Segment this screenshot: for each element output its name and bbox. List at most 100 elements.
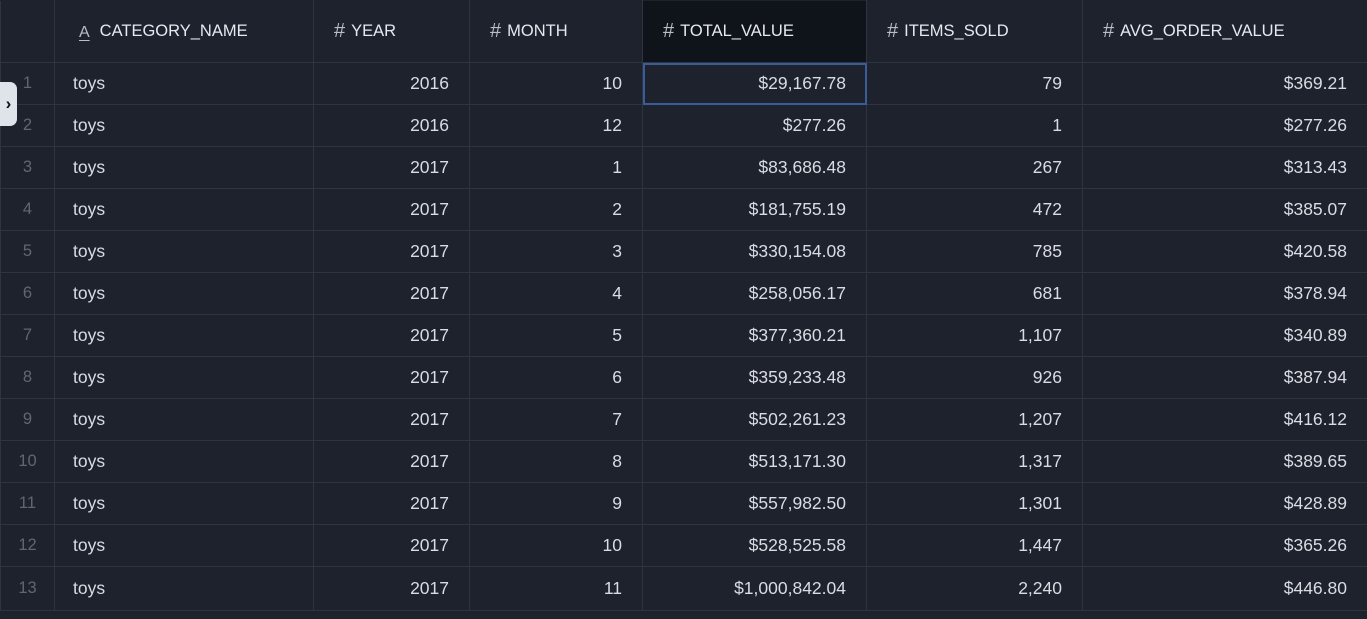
cell-items-sold[interactable]: 1	[866, 104, 1083, 147]
cell-year[interactable]: 2017	[313, 524, 470, 567]
cell-total-value[interactable]: $502,261.23	[642, 398, 867, 441]
cell-year[interactable]: 2017	[313, 440, 470, 483]
cell-category-name[interactable]: toys	[54, 440, 314, 483]
cell-category-name[interactable]: toys	[54, 398, 314, 441]
cell-category-name[interactable]: toys	[54, 146, 314, 189]
row-number[interactable]: 12	[0, 524, 55, 567]
cell-year[interactable]: 2017	[313, 398, 470, 441]
cell-total-value[interactable]: $29,167.78	[642, 62, 867, 105]
cell-category-name[interactable]: toys	[54, 230, 314, 273]
cell-items-sold[interactable]: 1,447	[866, 524, 1083, 567]
chevron-right-icon[interactable]: ›	[0, 82, 17, 126]
cell-month[interactable]: 6	[469, 356, 643, 399]
cell-month[interactable]: 8	[469, 440, 643, 483]
table-row[interactable]: 7 toys 2017 5 $377,360.21 1,107 $340.89	[0, 314, 1367, 357]
cell-avg-order-value[interactable]: $340.89	[1082, 314, 1367, 357]
row-number[interactable]: 11	[0, 482, 55, 525]
table-row[interactable]: 9 toys 2017 7 $502,261.23 1,207 $416.12	[0, 398, 1367, 441]
cell-category-name[interactable]: toys	[54, 566, 314, 611]
cell-items-sold[interactable]: 472	[866, 188, 1083, 231]
table-row[interactable]: 8 toys 2017 6 $359,233.48 926 $387.94	[0, 356, 1367, 399]
column-header-total-value[interactable]: # TOTAL_VALUE	[642, 0, 867, 63]
cell-month[interactable]: 10	[469, 62, 643, 105]
cell-year[interactable]: 2017	[313, 566, 470, 611]
cell-category-name[interactable]: toys	[54, 188, 314, 231]
cell-category-name[interactable]: toys	[54, 314, 314, 357]
cell-items-sold[interactable]: 1,107	[866, 314, 1083, 357]
row-number[interactable]: 7	[0, 314, 55, 357]
cell-category-name[interactable]: toys	[54, 62, 314, 105]
table-row[interactable]: 3 toys 2017 1 $83,686.48 267 $313.43	[0, 146, 1367, 189]
cell-avg-order-value[interactable]: $365.26	[1082, 524, 1367, 567]
cell-year[interactable]: 2017	[313, 146, 470, 189]
cell-avg-order-value[interactable]: $446.80	[1082, 566, 1367, 611]
column-header-items-sold[interactable]: # ITEMS_SOLD	[866, 0, 1083, 63]
cell-total-value[interactable]: $377,360.21	[642, 314, 867, 357]
row-number[interactable]: 3	[0, 146, 55, 189]
table-row[interactable]: 12 toys 2017 10 $528,525.58 1,447 $365.26	[0, 524, 1367, 567]
cell-category-name[interactable]: toys	[54, 356, 314, 399]
cell-total-value[interactable]: $181,755.19	[642, 188, 867, 231]
row-number[interactable]: 10	[0, 440, 55, 483]
cell-month[interactable]: 11	[469, 566, 643, 611]
cell-items-sold[interactable]: 785	[866, 230, 1083, 273]
table-row[interactable]: 5 toys 2017 3 $330,154.08 785 $420.58	[0, 230, 1367, 273]
cell-total-value[interactable]: $277.26	[642, 104, 867, 147]
cell-month[interactable]: 3	[469, 230, 643, 273]
cell-items-sold[interactable]: 267	[866, 146, 1083, 189]
cell-category-name[interactable]: toys	[54, 524, 314, 567]
cell-year[interactable]: 2017	[313, 482, 470, 525]
cell-year[interactable]: 2017	[313, 356, 470, 399]
cell-avg-order-value[interactable]: $385.07	[1082, 188, 1367, 231]
table-row[interactable]: 11 toys 2017 9 $557,982.50 1,301 $428.89	[0, 482, 1367, 525]
row-number[interactable]: 13	[0, 566, 55, 611]
cell-avg-order-value[interactable]: $387.94	[1082, 356, 1367, 399]
column-header-category-name[interactable]: A CATEGORY_NAME	[54, 0, 314, 63]
cell-items-sold[interactable]: 1,207	[866, 398, 1083, 441]
cell-total-value[interactable]: $1,000,842.04	[642, 566, 867, 611]
cell-avg-order-value[interactable]: $389.65	[1082, 440, 1367, 483]
cell-total-value[interactable]: $557,982.50	[642, 482, 867, 525]
cell-month[interactable]: 5	[469, 314, 643, 357]
table-row[interactable]: 6 toys 2017 4 $258,056.17 681 $378.94	[0, 272, 1367, 315]
cell-year[interactable]: 2017	[313, 188, 470, 231]
cell-items-sold[interactable]: 1,317	[866, 440, 1083, 483]
cell-month[interactable]: 2	[469, 188, 643, 231]
cell-items-sold[interactable]: 79	[866, 62, 1083, 105]
cell-month[interactable]: 7	[469, 398, 643, 441]
cell-total-value[interactable]: $330,154.08	[642, 230, 867, 273]
cell-total-value[interactable]: $258,056.17	[642, 272, 867, 315]
cell-items-sold[interactable]: 681	[866, 272, 1083, 315]
cell-avg-order-value[interactable]: $277.26	[1082, 104, 1367, 147]
column-header-avg-order-value[interactable]: # AVG_ORDER_VALUE	[1082, 0, 1367, 63]
row-number[interactable]: 9	[0, 398, 55, 441]
cell-total-value[interactable]: $359,233.48	[642, 356, 867, 399]
cell-avg-order-value[interactable]: $369.21	[1082, 62, 1367, 105]
cell-month[interactable]: 9	[469, 482, 643, 525]
cell-avg-order-value[interactable]: $428.89	[1082, 482, 1367, 525]
cell-category-name[interactable]: toys	[54, 104, 314, 147]
cell-year[interactable]: 2017	[313, 230, 470, 273]
row-number[interactable]: 8	[0, 356, 55, 399]
cell-avg-order-value[interactable]: $378.94	[1082, 272, 1367, 315]
cell-year[interactable]: 2016	[313, 104, 470, 147]
table-row[interactable]: 1 toys 2016 10 $29,167.78 79 $369.21	[0, 62, 1367, 105]
table-row[interactable]: 10 toys 2017 8 $513,171.30 1,317 $389.65	[0, 440, 1367, 483]
cell-avg-order-value[interactable]: $420.58	[1082, 230, 1367, 273]
cell-total-value[interactable]: $513,171.30	[642, 440, 867, 483]
cell-total-value[interactable]: $83,686.48	[642, 146, 867, 189]
cell-items-sold[interactable]: 1,301	[866, 482, 1083, 525]
cell-avg-order-value[interactable]: $313.43	[1082, 146, 1367, 189]
cell-month[interactable]: 1	[469, 146, 643, 189]
cell-category-name[interactable]: toys	[54, 272, 314, 315]
cell-year[interactable]: 2017	[313, 272, 470, 315]
row-number[interactable]: 6	[0, 272, 55, 315]
column-header-year[interactable]: # YEAR	[313, 0, 470, 63]
table-row[interactable]: 4 toys 2017 2 $181,755.19 472 $385.07	[0, 188, 1367, 231]
cell-avg-order-value[interactable]: $416.12	[1082, 398, 1367, 441]
cell-month[interactable]: 10	[469, 524, 643, 567]
row-number[interactable]: 4	[0, 188, 55, 231]
cell-month[interactable]: 12	[469, 104, 643, 147]
column-header-month[interactable]: # MONTH	[469, 0, 643, 63]
cell-month[interactable]: 4	[469, 272, 643, 315]
